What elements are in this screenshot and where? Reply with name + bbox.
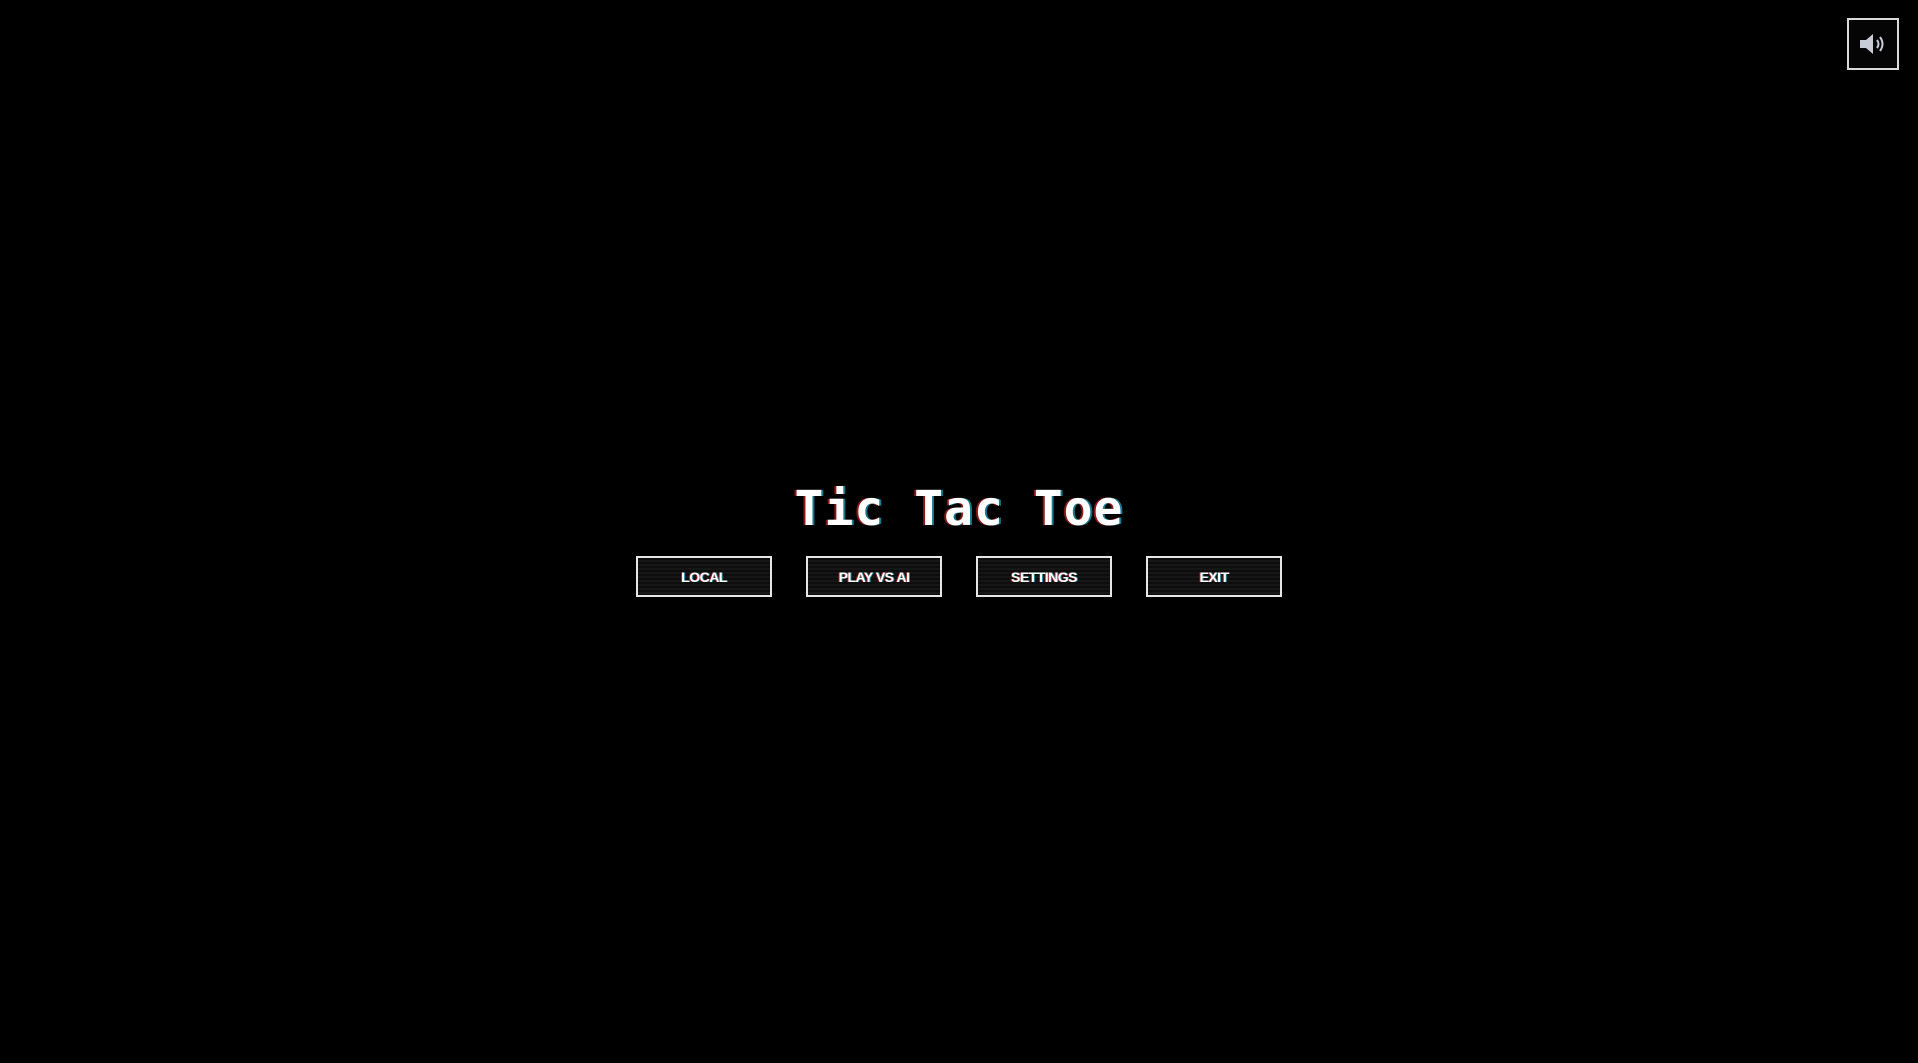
exit-button[interactable]: EXIT [1146,556,1282,597]
menu-button-row: LOCAL PLAY VS AI SETTINGS EXIT [636,556,1282,597]
play-vs-ai-button[interactable]: PLAY VS AI [806,556,942,597]
local-button[interactable]: LOCAL [636,556,772,597]
sound-toggle-button[interactable] [1847,18,1899,70]
main-menu: Tic Tac Toe LOCAL PLAY VS AI SETTINGS EX… [0,478,1918,597]
speaker-volume-icon [1860,34,1884,54]
game-title: Tic Tac Toe [794,481,1124,537]
settings-button[interactable]: SETTINGS [976,556,1112,597]
